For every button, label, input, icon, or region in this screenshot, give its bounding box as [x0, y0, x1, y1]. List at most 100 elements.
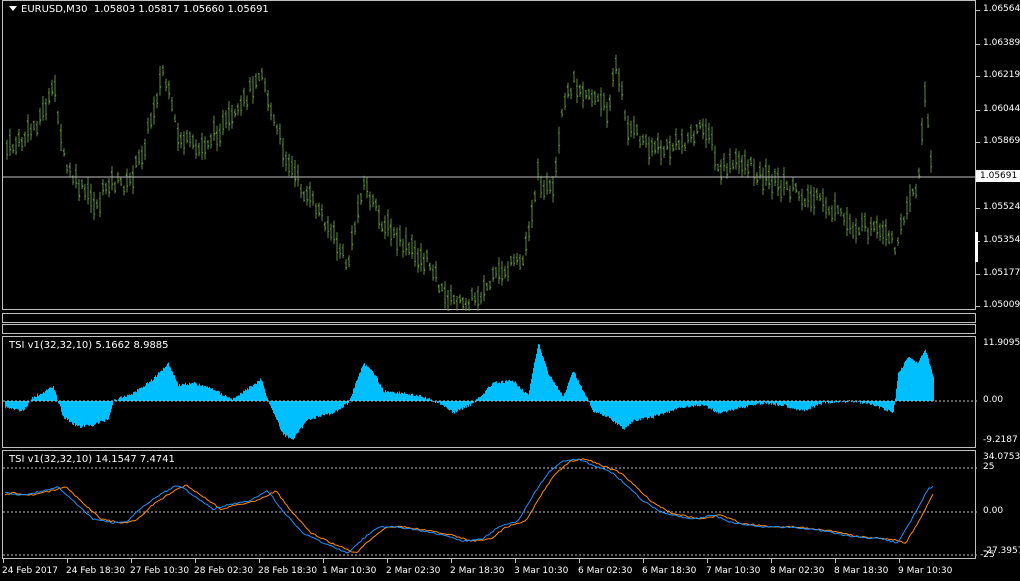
tsi-histogram-bar	[932, 373, 933, 401]
tsi-histogram-bar	[73, 401, 74, 426]
tsi-histogram-bar	[777, 401, 778, 406]
time-tick	[67, 559, 68, 563]
tsi-histogram-bar	[322, 401, 323, 415]
tsi-histogram-bar	[761, 401, 762, 404]
tsi-histogram-bar	[448, 401, 449, 410]
price-chart-panel[interactable]: EURUSD,M30 1.05803 1.05817 1.05660 1.056…	[2, 0, 977, 311]
tsi-histogram-bar	[694, 401, 695, 406]
tsi-histogram-bar	[311, 401, 312, 420]
tsi-histogram-bar	[112, 401, 113, 406]
tsi-histogram-bar	[511, 381, 512, 401]
tsi-histogram-bar	[92, 401, 93, 427]
tsi-histogram-bar	[685, 401, 686, 408]
tsi-histogram-bar	[854, 401, 855, 403]
tsi-histogram-bar	[533, 367, 534, 401]
tsi-histogram-bar	[53, 386, 54, 401]
price-bar-open	[284, 155, 287, 157]
price-bar-close	[21, 146, 24, 148]
tsi-histogram-bar	[5, 401, 6, 409]
tsi-lines-panel[interactable]: TSI v1(32,32,10) 14.1547 7.4741	[2, 450, 977, 559]
tsi-histogram-bar	[628, 401, 629, 426]
time-label: 1 Mar 10:30	[322, 566, 377, 576]
tsi-histogram-bar	[619, 401, 620, 425]
tsi-histogram-bar	[571, 374, 572, 401]
tsi-histogram-bar	[687, 401, 688, 406]
tsi-histogram-bar	[37, 393, 38, 401]
price-bar-close	[495, 273, 498, 275]
tsi-histogram-bar	[433, 401, 434, 403]
tsi-histogram-bar	[249, 386, 250, 401]
time-label: 7 Mar 10:30	[706, 566, 761, 576]
tsi-histogram-bar	[676, 401, 677, 410]
tsi-histogram-bar	[647, 401, 648, 420]
tsi-histogram-bar	[211, 388, 212, 401]
price-bar-close	[297, 178, 300, 181]
price-bar-close	[111, 183, 114, 186]
tsi-histogram-bar	[601, 401, 602, 414]
price-bar-open	[689, 126, 692, 129]
tsi-histogram-bar	[107, 401, 108, 421]
tsi-histogram-bar	[434, 401, 435, 402]
tsi-histogram-panel[interactable]: TSI v1(32,32,10) 5.1662 8.9885	[2, 336, 977, 448]
price-bar-close	[927, 125, 930, 127]
tsi-histogram-bar	[680, 401, 681, 409]
tsi-histogram-bar	[562, 395, 563, 401]
tsi-histogram-bar	[151, 379, 152, 401]
tsi-histogram-bar	[748, 401, 749, 406]
price-bar-close	[558, 144, 561, 147]
tsi-histogram-bar	[506, 380, 507, 401]
tsi-histogram-bar	[336, 401, 337, 411]
tsi-histogram-bar	[869, 401, 870, 404]
tsi-histogram-bar	[225, 394, 226, 401]
tsi-histogram-bar	[703, 401, 704, 406]
tsi-histogram-bar	[741, 401, 742, 407]
tsi-histogram-bar	[32, 396, 33, 401]
tsi-histogram-bar	[384, 392, 385, 401]
tsi-histogram-bar	[566, 389, 567, 401]
tsi-histogram-bar	[779, 401, 780, 405]
tsi-histogram-bar	[148, 383, 149, 401]
collapse-triangle-icon[interactable]	[9, 6, 17, 11]
tsi-histogram-bar	[924, 350, 925, 401]
price-bar-close	[453, 302, 456, 304]
price-scale-handle[interactable]	[975, 232, 978, 262]
tsi-histogram-bar	[95, 401, 96, 425]
tsi-histogram-bar	[402, 393, 403, 401]
tsi-histogram-bar	[478, 397, 479, 401]
tsi-histogram-bar	[159, 372, 160, 401]
tsi-histogram-bar	[913, 360, 914, 401]
tsi-histogram-bar	[331, 401, 332, 414]
tsi-histogram-bar	[473, 401, 474, 404]
price-bar-close	[906, 212, 909, 215]
tsi-histogram-bar	[419, 394, 420, 401]
tsi-histogram-bar	[288, 401, 289, 439]
tsi-histogram-bar	[899, 371, 900, 401]
tsi-histogram-bar	[517, 386, 518, 401]
tsi-histogram-bar	[398, 393, 399, 401]
tsi-histogram-bar	[594, 401, 595, 413]
tsi-histogram-bar	[800, 401, 801, 411]
tsi-histogram-bar	[597, 401, 598, 413]
tsi-histogram-bar	[780, 401, 781, 406]
tsi-histogram-bar	[794, 401, 795, 409]
tsi-histogram-bar	[321, 401, 322, 416]
tsi-histogram-bar	[519, 386, 520, 401]
tsi-histogram-scale-max: 11.9095	[983, 338, 1020, 348]
tsi-histogram-bar	[81, 401, 82, 428]
tsi-histogram-bar	[74, 401, 75, 423]
tsi-histogram-bar	[467, 401, 468, 406]
tsi-histogram-bar	[490, 386, 491, 401]
tsi-histogram-bar	[884, 401, 885, 411]
tsi-histogram-bar	[509, 380, 510, 401]
price-bar-close	[678, 147, 681, 150]
tsi-histogram-bar	[630, 401, 631, 425]
tsi-histogram-bar	[337, 401, 338, 412]
tsi-histogram-bar	[498, 382, 499, 401]
tsi-histogram-bar	[295, 401, 296, 436]
tsi-histogram-bar	[565, 392, 566, 401]
tsi-histogram-bar	[201, 386, 202, 401]
tsi-histogram-bar	[590, 401, 591, 406]
tsi-histogram-bar	[743, 401, 744, 408]
tsi-histogram-bar	[729, 401, 730, 410]
price-bar-close	[750, 162, 753, 165]
